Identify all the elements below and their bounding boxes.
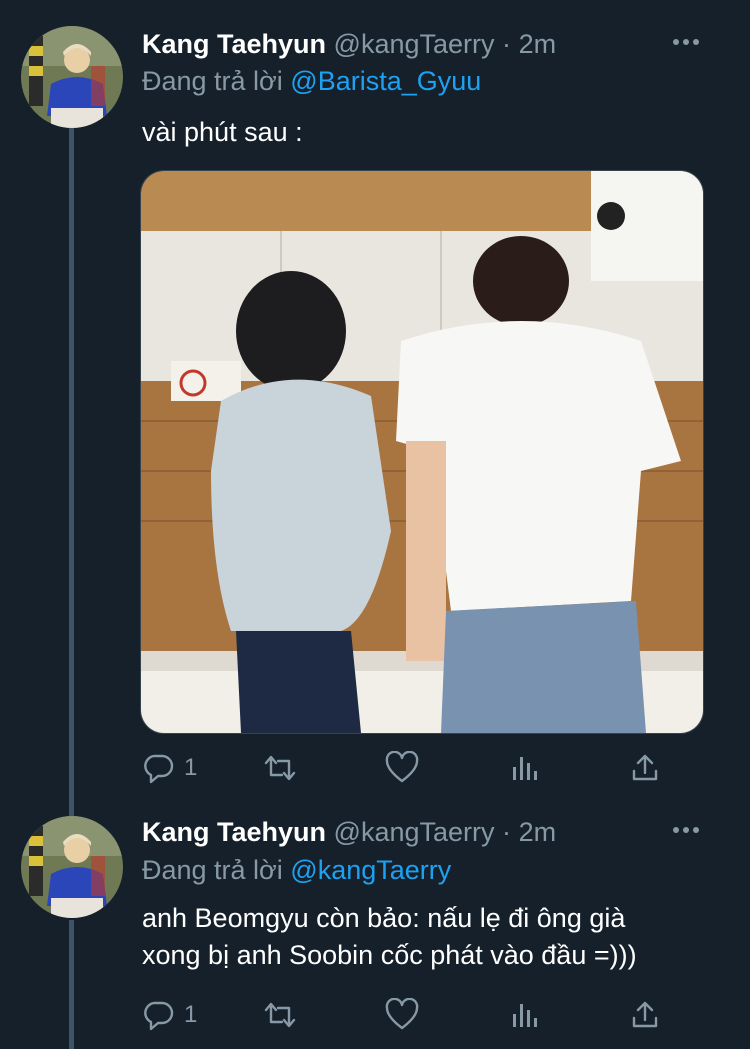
more-dots-icon[interactable] bbox=[666, 26, 706, 56]
tweet-text-line: anh Beomgyu còn bảo: nấu lẹ đi ông già bbox=[142, 903, 626, 933]
thread-line bbox=[69, 128, 74, 818]
share-button[interactable] bbox=[628, 995, 662, 1035]
kitchen-photo-icon bbox=[141, 171, 703, 733]
analytics-icon bbox=[513, 757, 537, 780]
profile-photo-icon bbox=[21, 26, 123, 128]
more-dots-icon[interactable] bbox=[666, 814, 706, 844]
heart-icon bbox=[385, 998, 419, 1030]
retweet-icon bbox=[264, 1002, 296, 1028]
tweet-2[interactable]: Kang Taehyun @kangTaerry · 2m Đang trả l… bbox=[0, 800, 750, 1049]
tweet-header: Kang Taehyun @kangTaerry · 2m bbox=[142, 814, 730, 854]
avatar[interactable] bbox=[21, 816, 123, 918]
heart-icon bbox=[385, 751, 419, 783]
display-name[interactable]: Kang Taehyun bbox=[142, 817, 326, 847]
tweet-1[interactable]: Kang Taehyun @kangTaerry · 2m Đang trả l… bbox=[0, 0, 750, 818]
separator: · bbox=[502, 817, 512, 847]
reply-prefix: Đang trả lời bbox=[142, 855, 283, 885]
reply-to-link[interactable]: @Barista_Gyuu bbox=[290, 66, 481, 96]
tweet-header: Kang Taehyun @kangTaerry · 2m bbox=[142, 26, 730, 66]
timestamp[interactable]: 2m bbox=[519, 29, 557, 59]
separator: · bbox=[502, 29, 512, 59]
username[interactable]: @kangTaerry bbox=[334, 29, 495, 59]
share-icon bbox=[632, 754, 658, 781]
reply-bubble-icon bbox=[144, 754, 174, 784]
reply-button[interactable]: 1 bbox=[142, 748, 197, 788]
display-name[interactable]: Kang Taehyun bbox=[142, 29, 326, 59]
tweet-actions: 1 bbox=[142, 748, 662, 788]
timestamp[interactable]: 2m bbox=[519, 817, 557, 847]
profile-photo-icon bbox=[21, 816, 123, 918]
reply-prefix: Đang trả lời bbox=[142, 66, 283, 96]
share-icon bbox=[632, 1001, 658, 1028]
analytics-button[interactable] bbox=[508, 748, 542, 788]
tweet-media[interactable] bbox=[140, 170, 704, 734]
avatar[interactable] bbox=[21, 26, 123, 128]
tweet-actions: 1 bbox=[142, 995, 662, 1035]
reply-button[interactable]: 1 bbox=[142, 995, 197, 1035]
tweet-text: anh Beomgyu còn bảo: nấu lẹ đi ông già x… bbox=[142, 900, 724, 974]
like-button[interactable] bbox=[384, 748, 428, 788]
like-button[interactable] bbox=[384, 995, 428, 1035]
share-button[interactable] bbox=[628, 748, 662, 788]
replying-to: Đang trả lời @kangTaerry bbox=[142, 853, 451, 887]
reply-count: 1 bbox=[184, 754, 198, 781]
analytics-button[interactable] bbox=[508, 995, 542, 1035]
reply-to-link[interactable]: @kangTaerry bbox=[290, 855, 451, 885]
retweet-button[interactable] bbox=[260, 748, 308, 788]
thread-line bbox=[69, 920, 74, 1049]
reply-count: 1 bbox=[184, 1001, 198, 1028]
reply-bubble-icon bbox=[144, 1001, 174, 1031]
tweet-text: vài phút sau : bbox=[142, 117, 303, 147]
replying-to: Đang trả lời @Barista_Gyuu bbox=[142, 64, 481, 98]
analytics-icon bbox=[513, 1004, 537, 1027]
tweet-text-line: xong bị anh Soobin cốc phát vào đầu =))) bbox=[142, 940, 637, 970]
retweet-button[interactable] bbox=[260, 995, 308, 1035]
username[interactable]: @kangTaerry bbox=[334, 817, 495, 847]
retweet-icon bbox=[264, 755, 296, 781]
